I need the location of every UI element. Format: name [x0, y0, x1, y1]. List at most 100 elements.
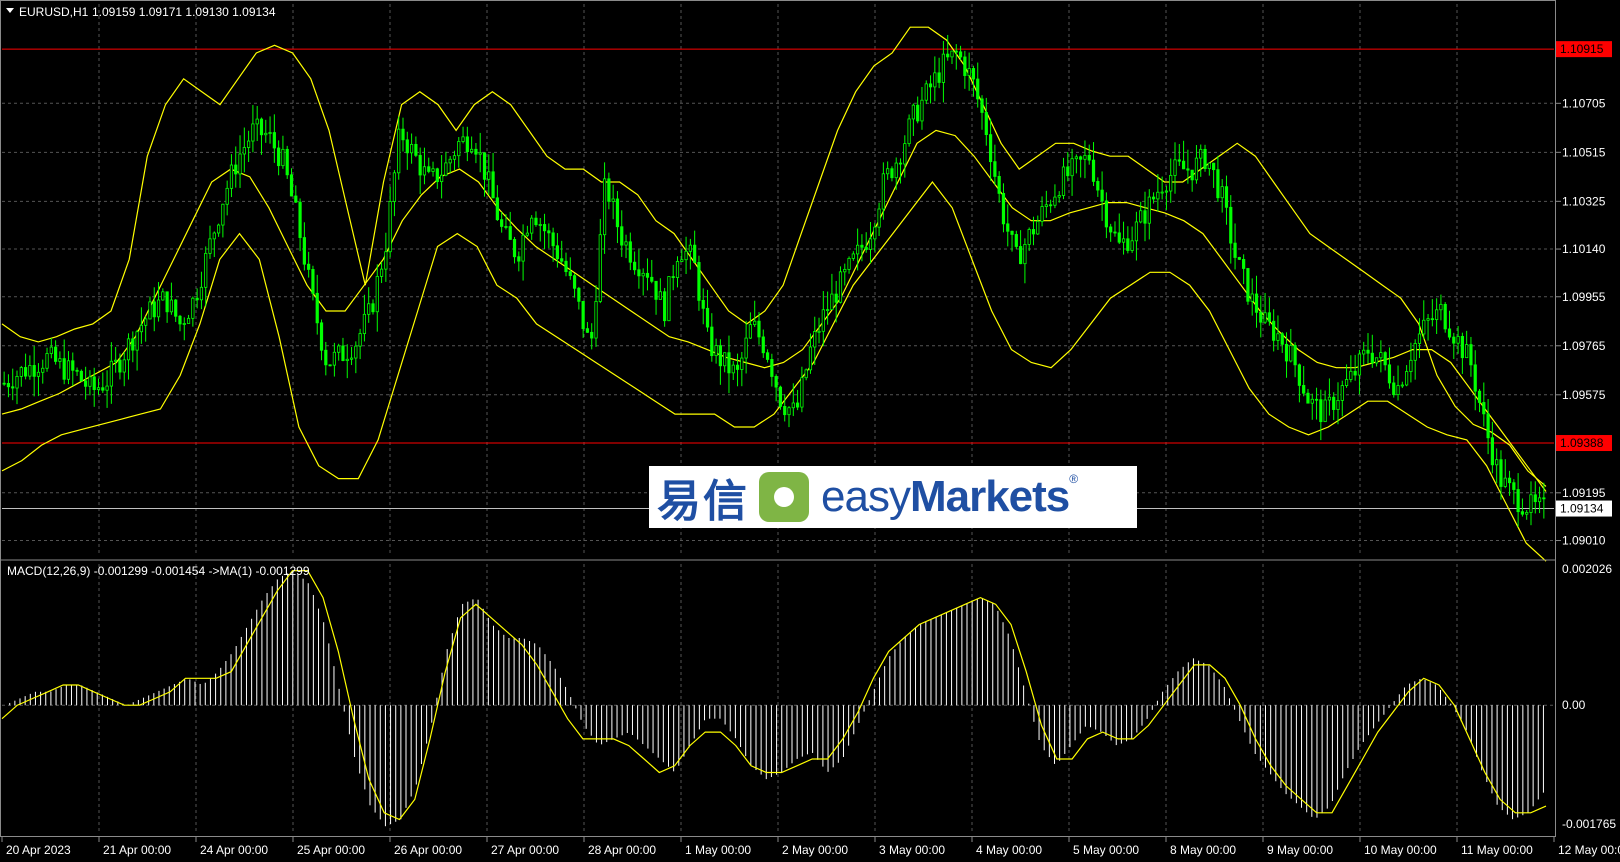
- candle-body: [1224, 186, 1229, 208]
- candle-body: [1194, 157, 1199, 181]
- candle-body: [487, 171, 491, 180]
- candle-body: [1259, 311, 1263, 323]
- candle-body: [1507, 477, 1512, 484]
- candle-body: [126, 338, 131, 361]
- candle-body: [847, 257, 851, 270]
- symbol-header[interactable]: EURUSD,H1 1.09159 1.09171 1.09130 1.0913…: [6, 5, 276, 19]
- candle-body: [452, 155, 457, 160]
- candle-body: [427, 166, 431, 172]
- candle-body: [251, 123, 255, 142]
- candle-body: [954, 50, 958, 53]
- candle-body: [705, 307, 710, 328]
- candle-body: [770, 359, 774, 377]
- candle-body: [324, 349, 328, 366]
- macd-y-tick-label: 0.00: [1562, 698, 1586, 712]
- candle-body: [1276, 333, 1280, 341]
- candle-body: [199, 286, 204, 301]
- candle-body: [135, 331, 139, 351]
- candle-body: [88, 376, 92, 387]
- candle-body: [826, 309, 830, 311]
- candle-body: [96, 387, 101, 390]
- candle-body: [470, 148, 474, 153]
- candle-body: [45, 353, 49, 369]
- candle-body: [101, 387, 105, 391]
- candle-body: [186, 317, 191, 324]
- candle-body: [298, 201, 302, 238]
- candle-body: [2, 382, 6, 385]
- candle-body: [1272, 320, 1276, 341]
- candle-body: [1036, 220, 1040, 235]
- macd-chart[interactable]: [1, 570, 1547, 827]
- candle-body: [628, 241, 632, 263]
- candle-body: [650, 276, 654, 282]
- candle-body: [144, 318, 148, 326]
- candle-body: [675, 261, 680, 278]
- candle-body: [684, 250, 688, 261]
- candle-body: [482, 152, 487, 180]
- candle-body: [435, 168, 439, 183]
- candle-body: [268, 132, 272, 134]
- candle-body: [315, 292, 319, 324]
- candle-body: [294, 195, 298, 203]
- candle-body: [864, 246, 868, 250]
- macd-y-tick-label: 0.002026: [1562, 562, 1612, 576]
- chart-canvas: 1.10705 1.10515 1.10325 1.10140 1.09955 1.097…: [0, 0, 1620, 857]
- candle-body: [530, 217, 534, 234]
- candle-body: [6, 383, 11, 388]
- candle-body: [881, 173, 885, 210]
- candle-body: [1160, 191, 1164, 194]
- x-tick-label: 11 May 00:00: [1461, 843, 1533, 857]
- y-tick-label: 1.10140: [1562, 242, 1606, 256]
- candle-body: [1289, 345, 1293, 362]
- candle-body: [890, 168, 894, 179]
- candle-body: [272, 132, 276, 149]
- candle-body: [894, 162, 898, 179]
- candle-body: [1233, 242, 1237, 258]
- candle-body: [418, 154, 422, 176]
- candle-body: [307, 263, 311, 270]
- candle-body: [581, 300, 585, 330]
- candle-body: [1396, 385, 1400, 396]
- candle-body: [401, 128, 405, 141]
- current-price-label: 1.09134: [1560, 502, 1604, 516]
- candle-body: [1340, 385, 1344, 401]
- candle-body: [830, 293, 834, 310]
- candle-body: [1379, 352, 1383, 359]
- candle-body: [379, 268, 384, 277]
- candle-body: [1293, 345, 1297, 366]
- collapse-triangle-icon[interactable]: [6, 8, 14, 13]
- candle-body: [277, 147, 281, 167]
- candle-body: [242, 147, 246, 155]
- candle-body: [645, 272, 650, 278]
- candle-body: [431, 168, 435, 172]
- candle-body: [757, 320, 761, 338]
- candle-body: [1186, 168, 1190, 171]
- candle-body: [1422, 319, 1426, 335]
- candle-body: [1181, 160, 1186, 170]
- candle-body: [787, 407, 791, 416]
- candle-body: [1212, 162, 1216, 171]
- candle-body: [238, 153, 242, 175]
- candle-body: [1199, 148, 1203, 159]
- candle-body: [637, 269, 641, 277]
- candle-body: [611, 198, 615, 202]
- logo-easy: easy: [821, 472, 911, 521]
- candle-body: [289, 174, 294, 197]
- candle-body: [967, 68, 971, 76]
- x-tick-label: 8 May 00:00: [1170, 843, 1236, 857]
- candle-body: [122, 359, 126, 373]
- candle-body: [937, 72, 941, 83]
- candle-body: [1306, 392, 1310, 404]
- candle-body: [731, 364, 735, 374]
- candle-body: [877, 208, 881, 228]
- candle-body: [465, 136, 469, 153]
- candle-body: [1533, 494, 1537, 503]
- bollinger-middle: [1, 129, 1547, 492]
- candle-body: [988, 134, 993, 163]
- candle-body: [1310, 398, 1314, 404]
- candle-body: [328, 364, 332, 367]
- bollinger-upper: [1, 26, 1547, 487]
- y-tick-label: 1.10705: [1562, 96, 1606, 110]
- candle-body: [461, 136, 465, 142]
- candle-body: [1207, 162, 1211, 170]
